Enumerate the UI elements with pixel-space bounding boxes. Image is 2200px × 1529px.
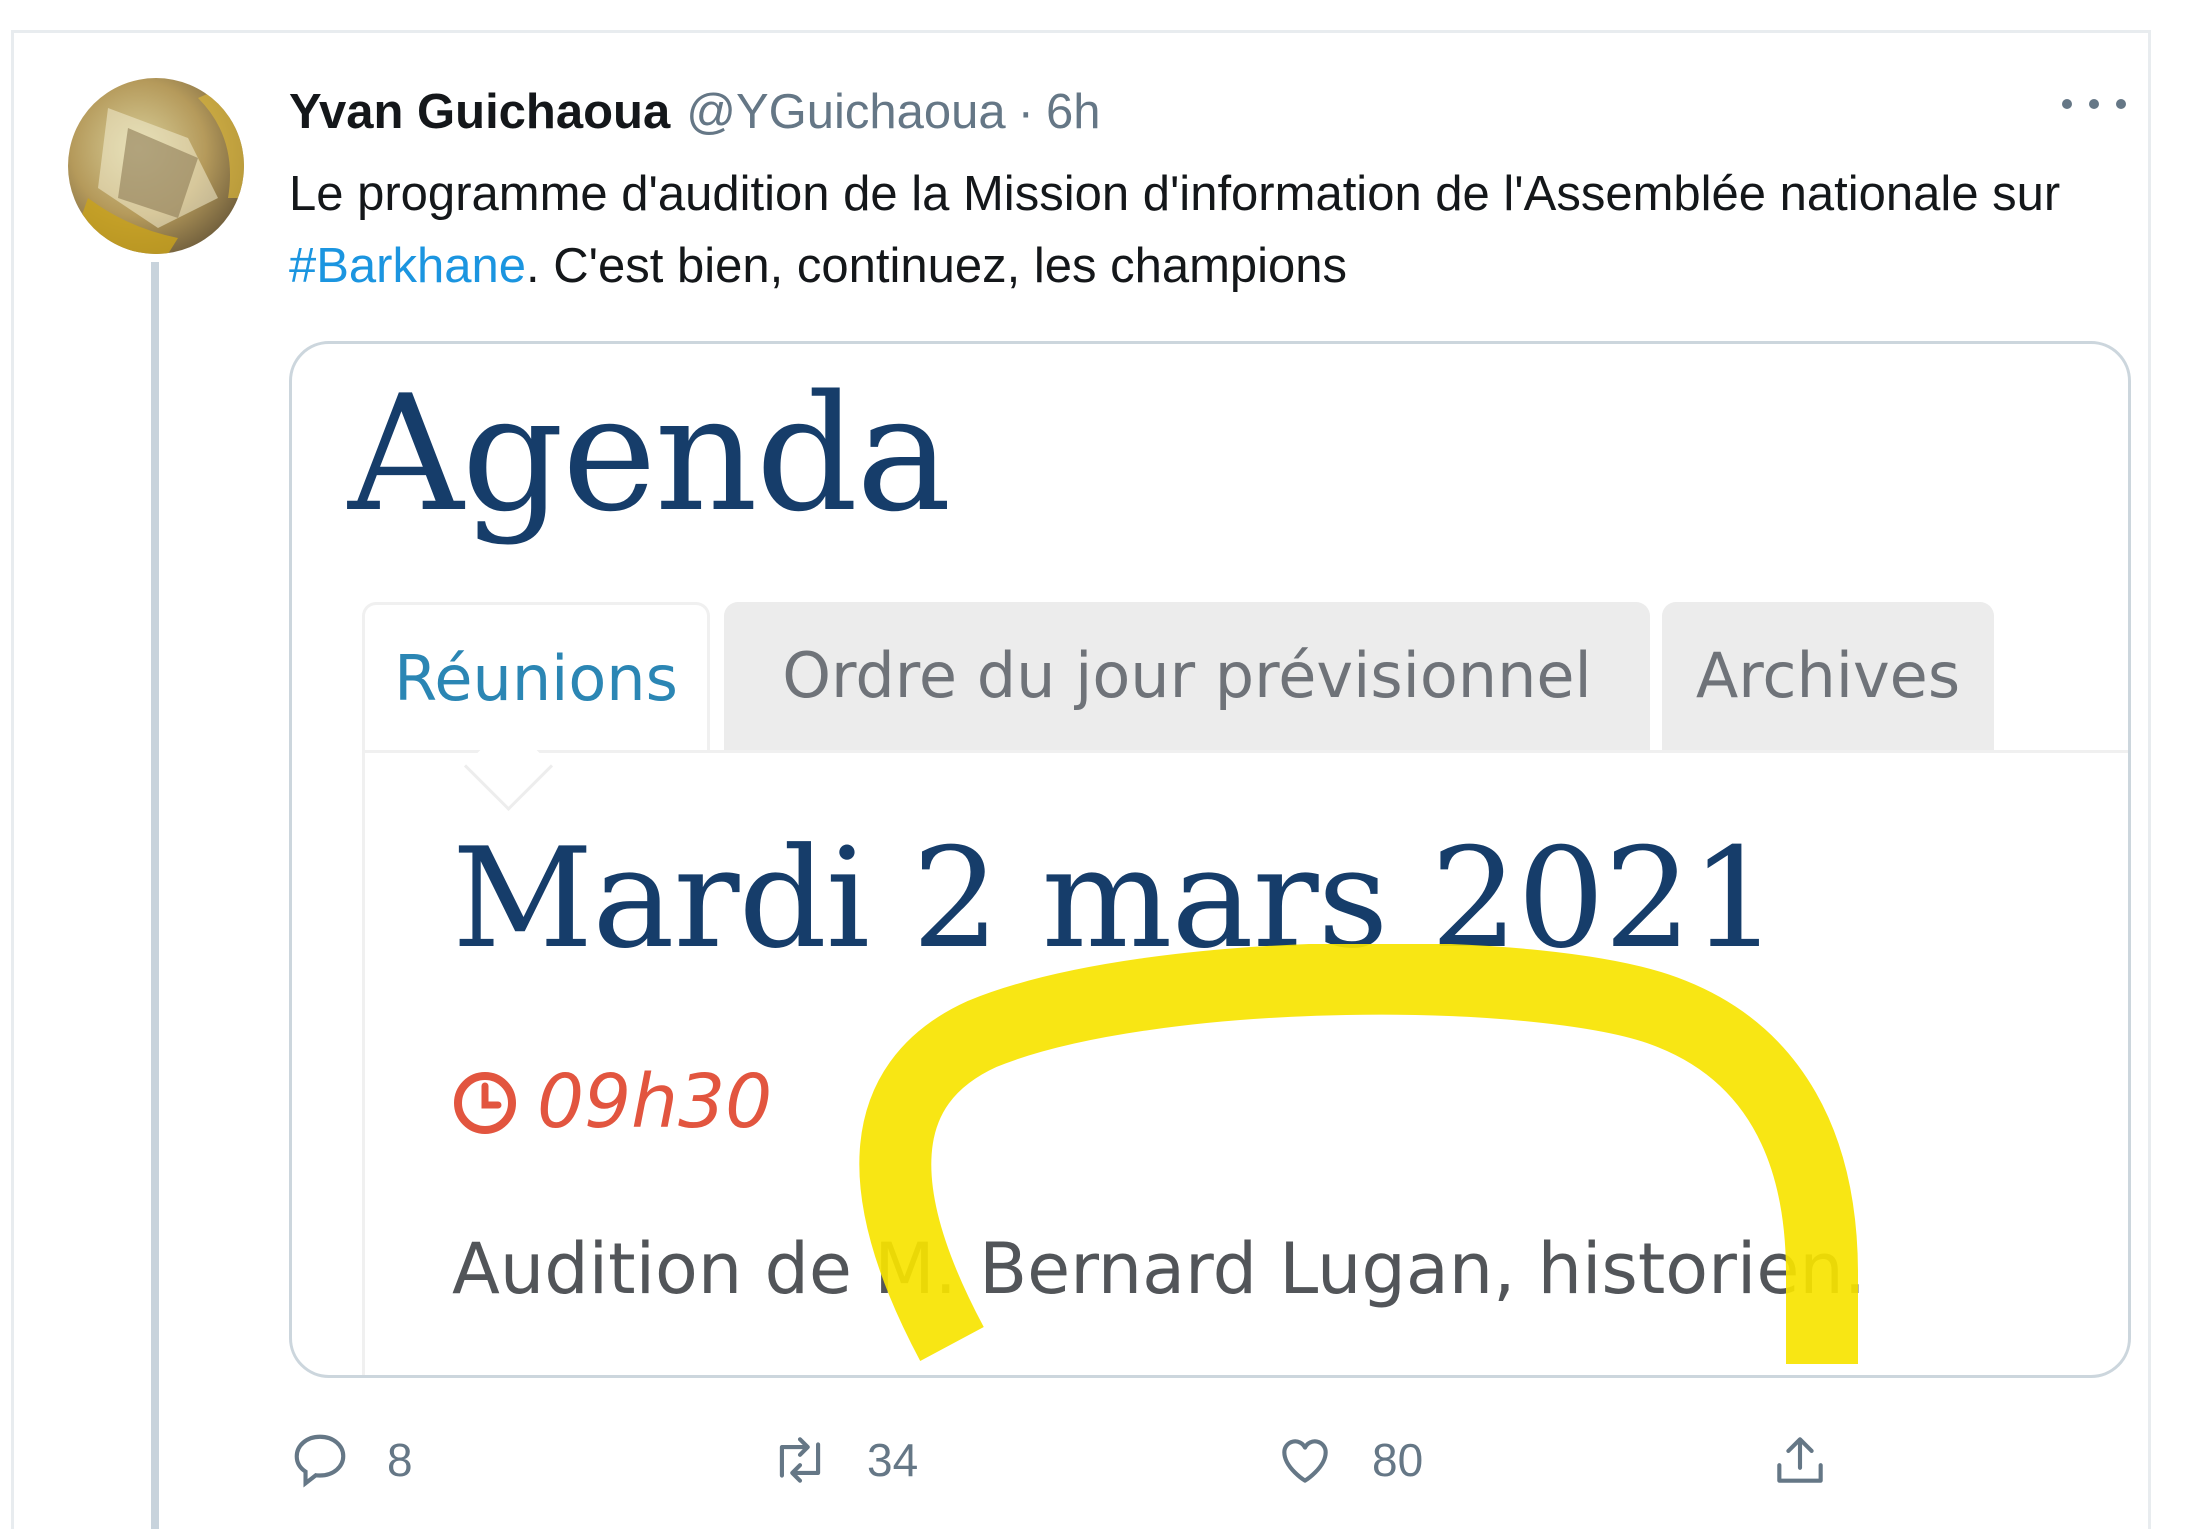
tab-archives: Archives	[1662, 602, 1994, 750]
header-separator: ·	[1017, 85, 1034, 139]
like-icon	[1282, 1439, 1328, 1483]
clock-icon	[454, 1072, 516, 1134]
like-count: 80	[1372, 1434, 1424, 1486]
hashtag-link[interactable]: #Barkhane	[289, 239, 526, 293]
retweet-icon	[779, 1437, 821, 1483]
tweet-header: Yvan Guichaoua @YGuichaoua · 6h	[289, 82, 1101, 142]
tweet-time[interactable]: 6h	[1046, 82, 1101, 142]
yellow-highlight-mark	[859, 944, 1858, 1364]
tweet-text-start: Le programme d'audition de la Mission d'…	[289, 167, 2061, 221]
share-button[interactable]	[1769, 1422, 1831, 1498]
agenda-title: Agenda	[348, 360, 952, 547]
retweet-count: 34	[867, 1434, 919, 1486]
meeting-time: 09h30	[537, 1059, 773, 1145]
more-icon[interactable]	[2062, 84, 2126, 124]
tweet-text-end: . C'est bien, continuez, les champions	[526, 239, 1348, 293]
author-handle[interactable]: @YGuichaoua	[686, 82, 1005, 142]
share-icon	[1777, 1437, 1823, 1483]
more-dot	[2062, 99, 2072, 109]
tweet-text: Le programme d'audition de la Mission d'…	[289, 158, 2129, 302]
more-dot	[2116, 99, 2126, 109]
like-button[interactable]: 80	[1274, 1422, 1423, 1498]
more-dot	[2089, 99, 2099, 109]
avatar[interactable]	[68, 78, 244, 254]
author-name[interactable]: Yvan Guichaoua	[289, 82, 670, 142]
avatar-image	[68, 78, 244, 254]
reply-button[interactable]: 8	[289, 1422, 413, 1498]
reply-icon	[294, 1434, 346, 1488]
tweet-actions: 8 34 80	[289, 1422, 2149, 1498]
thread-line	[151, 262, 159, 1529]
retweet-button[interactable]: 34	[769, 1422, 918, 1498]
reply-count: 8	[387, 1434, 413, 1486]
tab-ordre-du-jour: Ordre du jour prévisionnel	[724, 602, 1650, 750]
tab-reunions: Réunions	[362, 602, 710, 750]
tweet-image-card[interactable]: Agenda Réunions Ordre du jour prévisionn…	[289, 341, 2131, 1378]
